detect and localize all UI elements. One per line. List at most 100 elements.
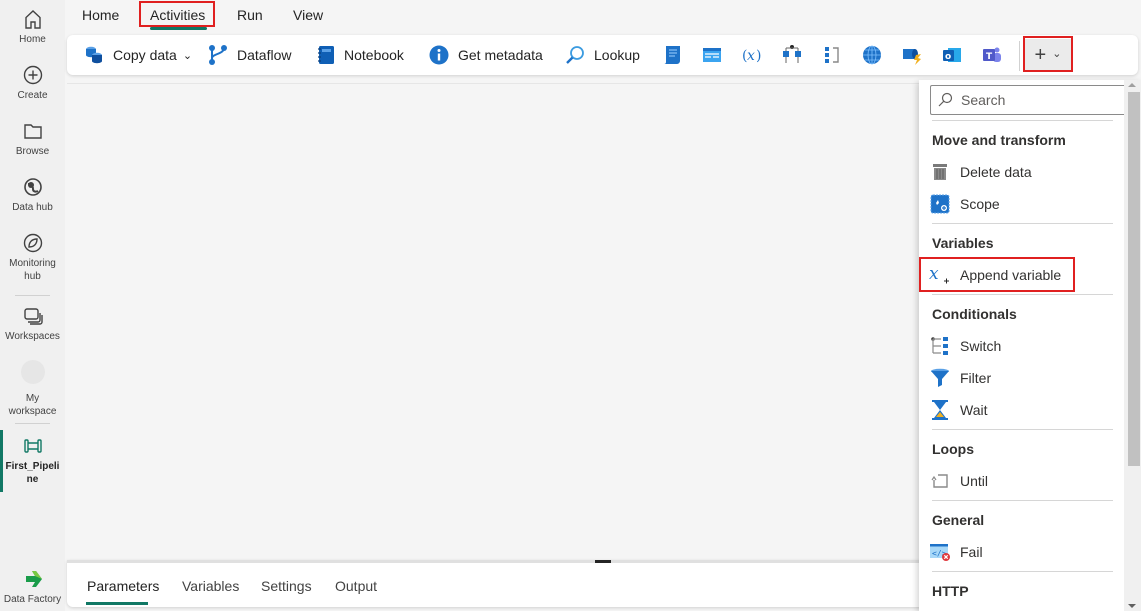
item-until[interactable]: Until [929, 469, 988, 493]
svg-text:T: T [986, 52, 993, 62]
filter-icon [931, 368, 949, 387]
dataflow-icon [209, 45, 227, 65]
scroll-up-arrow-icon[interactable] [1128, 83, 1136, 87]
hourglass-icon [932, 400, 948, 420]
rail-item-data-hub[interactable]: Data hub [0, 176, 65, 214]
tab-view[interactable]: View [293, 7, 323, 23]
set-variable-icon[interactable]: (x) [741, 44, 763, 66]
dataflow-label: Dataflow [237, 47, 292, 63]
teams-icon[interactable]: T [981, 44, 1003, 66]
avatar [20, 360, 45, 384]
tab-output[interactable]: Output [335, 578, 377, 594]
monitoring-icon [23, 233, 42, 253]
item-filter[interactable]: Filter [929, 366, 991, 390]
activities-toolbar: Copy data ⌄ Dataflow Notebook Get metada… [67, 35, 1138, 75]
section-general: General [932, 512, 985, 528]
item-fail[interactable]: </> Fail [929, 540, 983, 564]
rail-label: Create [17, 90, 48, 101]
section-variables: Variables [932, 235, 994, 251]
resize-handle[interactable] [595, 560, 611, 563]
rail-item-browse[interactable]: Browse [0, 120, 65, 158]
section-http: HTTP [932, 583, 969, 599]
outlook-icon[interactable]: o [941, 44, 963, 66]
scroll-down-arrow-icon[interactable] [1128, 604, 1136, 608]
rail-label: Workspaces [5, 331, 60, 342]
if-condition-icon[interactable] [781, 44, 803, 66]
stored-procedure-icon[interactable] [701, 44, 723, 66]
item-wait[interactable]: Wait [929, 398, 987, 422]
activities-dropdown: Search Move and transform Delete data Sc… [919, 80, 1141, 611]
item-label: Wait [960, 402, 988, 418]
get-metadata-label: Get metadata [458, 47, 543, 63]
highlight-append-variable [919, 257, 1075, 292]
search-input[interactable]: Search [930, 85, 1125, 115]
item-label: Scope [960, 196, 1000, 212]
item-delete-data[interactable]: Delete data [929, 160, 1032, 184]
notebook-button[interactable]: Notebook [317, 43, 404, 67]
section-move-and-transform: Move and transform [932, 132, 1066, 148]
rail-label: Data hub [12, 202, 53, 213]
plus-circle-icon [23, 65, 42, 85]
copy-data-button[interactable]: Copy data ⌄ [84, 43, 192, 67]
rail-label: Browse [15, 146, 50, 157]
scope-icon [930, 194, 950, 214]
rail-item-first-pipeline[interactable]: First_Pipeline [0, 435, 65, 486]
dropdown-scrollbar[interactable] [1124, 80, 1141, 611]
item-scope[interactable]: Scope [929, 192, 1000, 216]
item-label: Delete data [960, 164, 1032, 180]
copy-data-label: Copy data [113, 47, 177, 63]
azure-function-icon[interactable] [901, 44, 923, 66]
rail-divider [15, 423, 50, 424]
scroll-thumb[interactable] [1128, 92, 1140, 466]
rail-label: Data Factory [3, 594, 62, 605]
web-icon[interactable] [861, 44, 883, 66]
lookup-button[interactable]: Lookup [565, 43, 640, 67]
rail-item-home[interactable]: Home [0, 8, 65, 46]
dataflow-button[interactable]: Dataflow [208, 43, 291, 67]
tab-home[interactable]: Home [82, 7, 119, 23]
rail-label: My workspace [8, 393, 57, 417]
rail-item-monitoring-hub[interactable]: Monitoring hub [0, 232, 65, 283]
switch-icon [931, 337, 948, 355]
divider [932, 429, 1113, 430]
info-icon [429, 45, 449, 65]
tab-settings[interactable]: Settings [261, 578, 312, 594]
highlight-activities [139, 1, 215, 27]
toolbar-divider [1019, 41, 1020, 71]
divider [932, 120, 1113, 121]
active-tab-underline [86, 602, 148, 605]
trash-icon [933, 164, 947, 180]
highlight-add-button [1023, 36, 1073, 72]
foreach-icon[interactable] [821, 44, 843, 66]
rail-item-create[interactable]: Create [0, 64, 65, 102]
svg-text:): ) [756, 48, 761, 64]
script-icon[interactable] [661, 44, 683, 66]
tab-run[interactable]: Run [237, 7, 263, 23]
notebook-label: Notebook [344, 47, 404, 63]
left-rail: Home Create Browse Data hub Monitoring h… [0, 0, 65, 611]
item-label: Fail [960, 544, 983, 560]
search-icon [938, 92, 953, 107]
active-tab-underline [150, 27, 207, 30]
menu-bar: Home Activities Run View [65, 0, 1141, 32]
rail-item-my-workspace[interactable]: My workspace [0, 360, 65, 418]
home-icon [24, 10, 41, 29]
tab-parameters[interactable]: Parameters [87, 578, 159, 594]
rail-item-workspaces[interactable]: Workspaces [0, 305, 65, 343]
section-conditionals: Conditionals [932, 306, 1017, 322]
rail-footer-data-factory[interactable]: Data Factory [0, 568, 65, 606]
divider [932, 500, 1113, 501]
tab-variables[interactable]: Variables [182, 578, 239, 594]
divider [932, 571, 1113, 572]
svg-text:o: o [945, 52, 951, 62]
pipeline-icon [23, 439, 42, 453]
item-label: Until [960, 473, 989, 489]
item-switch[interactable]: Switch [929, 334, 1001, 358]
svg-text:x: x [747, 48, 755, 64]
lookup-label: Lookup [594, 47, 640, 63]
get-metadata-button[interactable]: Get metadata [429, 43, 543, 67]
data-hub-icon [23, 178, 42, 196]
chevron-down-icon: ⌄ [182, 49, 193, 62]
folder-icon [23, 124, 42, 139]
item-label: Filter [960, 370, 992, 386]
